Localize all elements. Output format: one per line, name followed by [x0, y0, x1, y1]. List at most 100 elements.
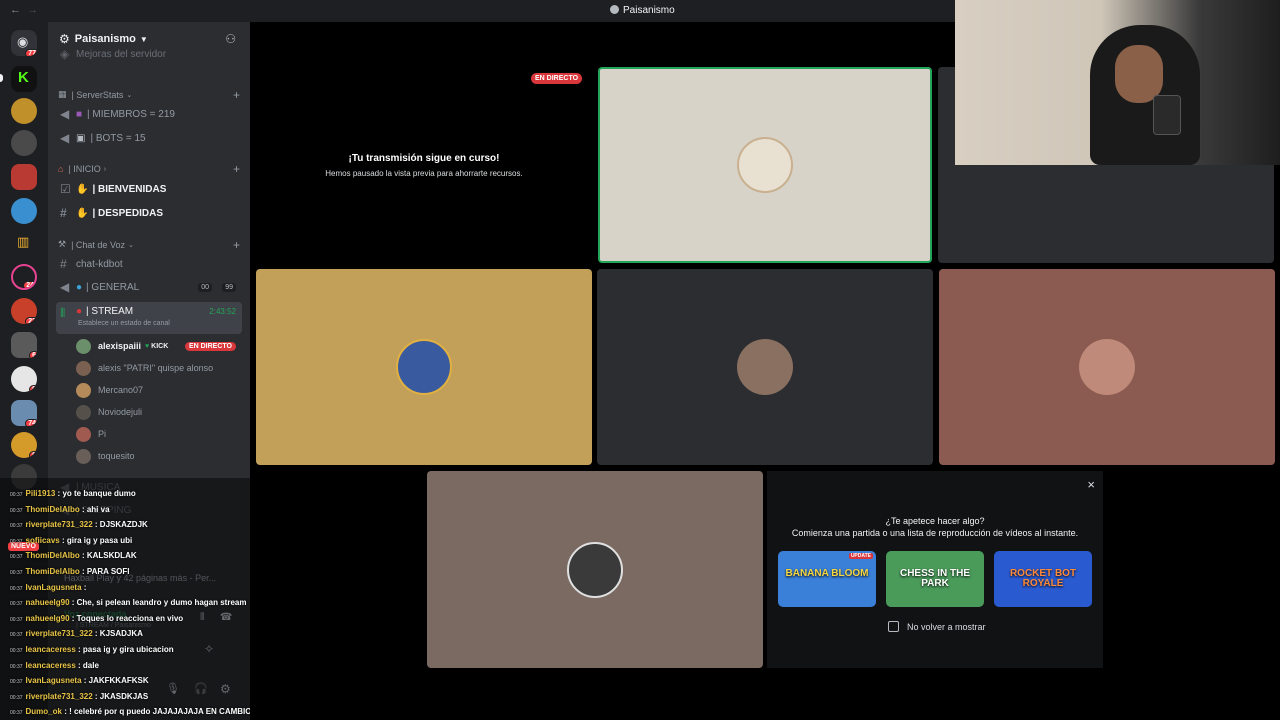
server-icon-3[interactable]: [11, 130, 37, 156]
participant-tile[interactable]: [256, 269, 592, 465]
chat-user: Pili1913: [25, 489, 56, 498]
category-chat-de-voz[interactable]: ⚒ | Chat de Voz ⌄ +: [58, 238, 240, 252]
category-serverstats[interactable]: ▦ | ServerStats ⌄ +: [58, 88, 240, 102]
add-channel-icon[interactable]: +: [233, 88, 240, 102]
chat-text: : KALSKDLAK: [79, 551, 137, 561]
red-dot-icon: ●: [76, 306, 83, 317]
add-channel-icon[interactable]: +: [233, 238, 240, 252]
server-icon-12[interactable]: 6: [11, 432, 37, 458]
chat-message: 00:37 nahueelg90 : Toques lo reacciona en…: [10, 614, 183, 623]
chat-message: 00:37 ThomiDelAlbo : ahi va: [10, 505, 110, 514]
participant-tile[interactable]: [939, 269, 1275, 465]
server-icon-7[interactable]: 24: [11, 264, 37, 290]
back-arrow-icon[interactable]: ←: [10, 4, 21, 16]
channel-status[interactable]: Establece un estado de canal: [78, 320, 170, 327]
badge: 74: [25, 419, 37, 426]
paused-title: ¡Tu transmisión sigue en curso!: [348, 153, 500, 164]
chat-user: leancaceress: [25, 645, 76, 654]
user-limit: 99: [222, 282, 236, 292]
home-button[interactable]: ◉ 77: [11, 30, 37, 56]
channel-despedidas[interactable]: # ✋ | DESPEDIDAS: [56, 203, 242, 223]
avatar: [76, 448, 91, 464]
chat-message: 00:37 riverplate731_322 : KJSADJKA: [10, 629, 143, 638]
user-name: alexispaiii: [98, 341, 142, 351]
channel-label: | GENERAL: [86, 281, 140, 293]
badge: 9: [29, 385, 37, 392]
mentions-badge: 77: [25, 49, 37, 56]
chat-text: : Che, si pelean leandro y dumo hagan st…: [69, 598, 247, 608]
chat-time: 00:37: [10, 616, 23, 623]
chat-text: : PARA SOFI: [79, 567, 130, 576]
invite-icon[interactable]: ⚇: [225, 32, 236, 46]
channel-miembros[interactable]: ◀ ■ | MIEMBROS = 219: [56, 104, 242, 124]
chat-text: : KJSADJKA: [92, 629, 143, 639]
house-icon: ⌂: [58, 164, 64, 174]
chat-time: 00:37: [10, 570, 23, 576]
chat-time: 00:37: [10, 585, 23, 592]
server-icon-9[interactable]: 6: [11, 332, 37, 358]
hash-icon: #: [60, 206, 67, 220]
channel-stream[interactable]: ⦀ ● | STREAM 2:43:52 Establece un estado…: [56, 302, 242, 334]
game-banana-bloom[interactable]: UPDATE BANANA BLOOM: [778, 551, 876, 607]
category-inicio[interactable]: ⌂ | INICIO › +: [58, 162, 240, 176]
speaker-icon: ◀: [60, 280, 70, 294]
speaker-icon: ◀: [60, 131, 70, 145]
chat-message: 00:37 IvanLagusneta : JAKFKKAFKSK: [10, 676, 149, 685]
forward-arrow-icon[interactable]: →: [27, 4, 38, 16]
server-icon-4[interactable]: [11, 164, 37, 190]
server-icon-5[interactable]: [11, 198, 37, 224]
channel-bienvenidas[interactable]: ☑ ✋ | BIENVENIDAS: [56, 179, 242, 199]
window-title: Paisanismo: [610, 5, 675, 16]
participant-tile[interactable]: [427, 471, 763, 668]
avatar: [737, 137, 793, 193]
add-channel-icon[interactable]: +: [233, 162, 240, 176]
channel-bots[interactable]: ◀ ▣ | BOTS = 15: [56, 128, 242, 148]
user-name: Mercano07: [98, 385, 144, 395]
chat-time: 00:37: [10, 507, 23, 514]
voice-user[interactable]: Mercano07: [76, 380, 242, 400]
chat-user: nahueelg90: [25, 598, 70, 608]
server-icon-10[interactable]: 9: [11, 366, 37, 392]
server-kick[interactable]: K: [11, 66, 37, 92]
user-count: 00: [198, 282, 212, 292]
unread-pill: [0, 74, 3, 82]
chat-user: riverplate731_322: [25, 691, 93, 701]
speaker-icon: ◀: [60, 107, 70, 121]
paused-stream-tile[interactable]: ¡Tu transmisión sigue en curso! Hemos pa…: [254, 68, 592, 263]
chat-message: 00:37 Pili1913 : yo te banque dumo: [10, 489, 136, 498]
server-icon-8[interactable]: 22: [11, 298, 37, 324]
chat-message: 00:37 sofiicavs : gira ig y pasa ubi: [10, 536, 132, 545]
server-icon-6[interactable]: ▥: [11, 230, 37, 256]
game-label: BANANA BLOOM: [785, 568, 869, 579]
voice-user[interactable]: Noviodejuli: [76, 402, 242, 422]
avatar: [737, 339, 793, 395]
server-icon-2[interactable]: [11, 98, 37, 124]
chat-time: 00:37: [10, 710, 23, 717]
participant-tile[interactable]: [598, 67, 932, 263]
chat-text: : gira ig y pasa ubi: [59, 535, 133, 545]
participant-tile[interactable]: [597, 269, 933, 465]
webcam-overlay: [955, 0, 1280, 165]
category-label: | ServerStats: [71, 89, 124, 100]
channel-boosts[interactable]: ◈ Mejoras del servidor: [56, 47, 242, 61]
voice-user[interactable]: toquesito: [76, 446, 242, 466]
live-badge: EN DIRECTO: [184, 341, 236, 351]
voice-user[interactable]: alexispaiii ♥ KICK EN DIRECTO: [76, 336, 242, 356]
voice-user[interactable]: Pi: [76, 424, 242, 444]
game-chess-in-the-park[interactable]: CHESS IN THE PARK: [886, 551, 984, 607]
game-rocket-bot-royale[interactable]: ROCKET BOT ROYALE: [994, 551, 1092, 607]
avatar: [567, 541, 623, 598]
close-icon[interactable]: ×: [1087, 477, 1095, 492]
channel-general[interactable]: ◀ ● | GENERAL 00 99: [56, 277, 242, 297]
nav-arrows[interactable]: ← →: [10, 4, 38, 16]
hammer-icon: ⚒: [58, 239, 67, 249]
channel-label: | STREAM: [86, 306, 134, 317]
chevron-right-icon: ›: [103, 165, 107, 173]
server-icon-11[interactable]: 74: [11, 400, 37, 426]
channel-chat-kdbot[interactable]: # chat-kdbot: [56, 254, 242, 274]
voice-user[interactable]: alexis "PATRI" quispe alonso: [76, 358, 242, 378]
chat-text: : ahi va: [79, 504, 110, 514]
dont-show-checkbox[interactable]: [888, 621, 899, 632]
chat-message: 00:37 riverplate731_322 : DJSKAZDJK: [10, 520, 148, 529]
wave-icon: ✋: [76, 183, 89, 195]
